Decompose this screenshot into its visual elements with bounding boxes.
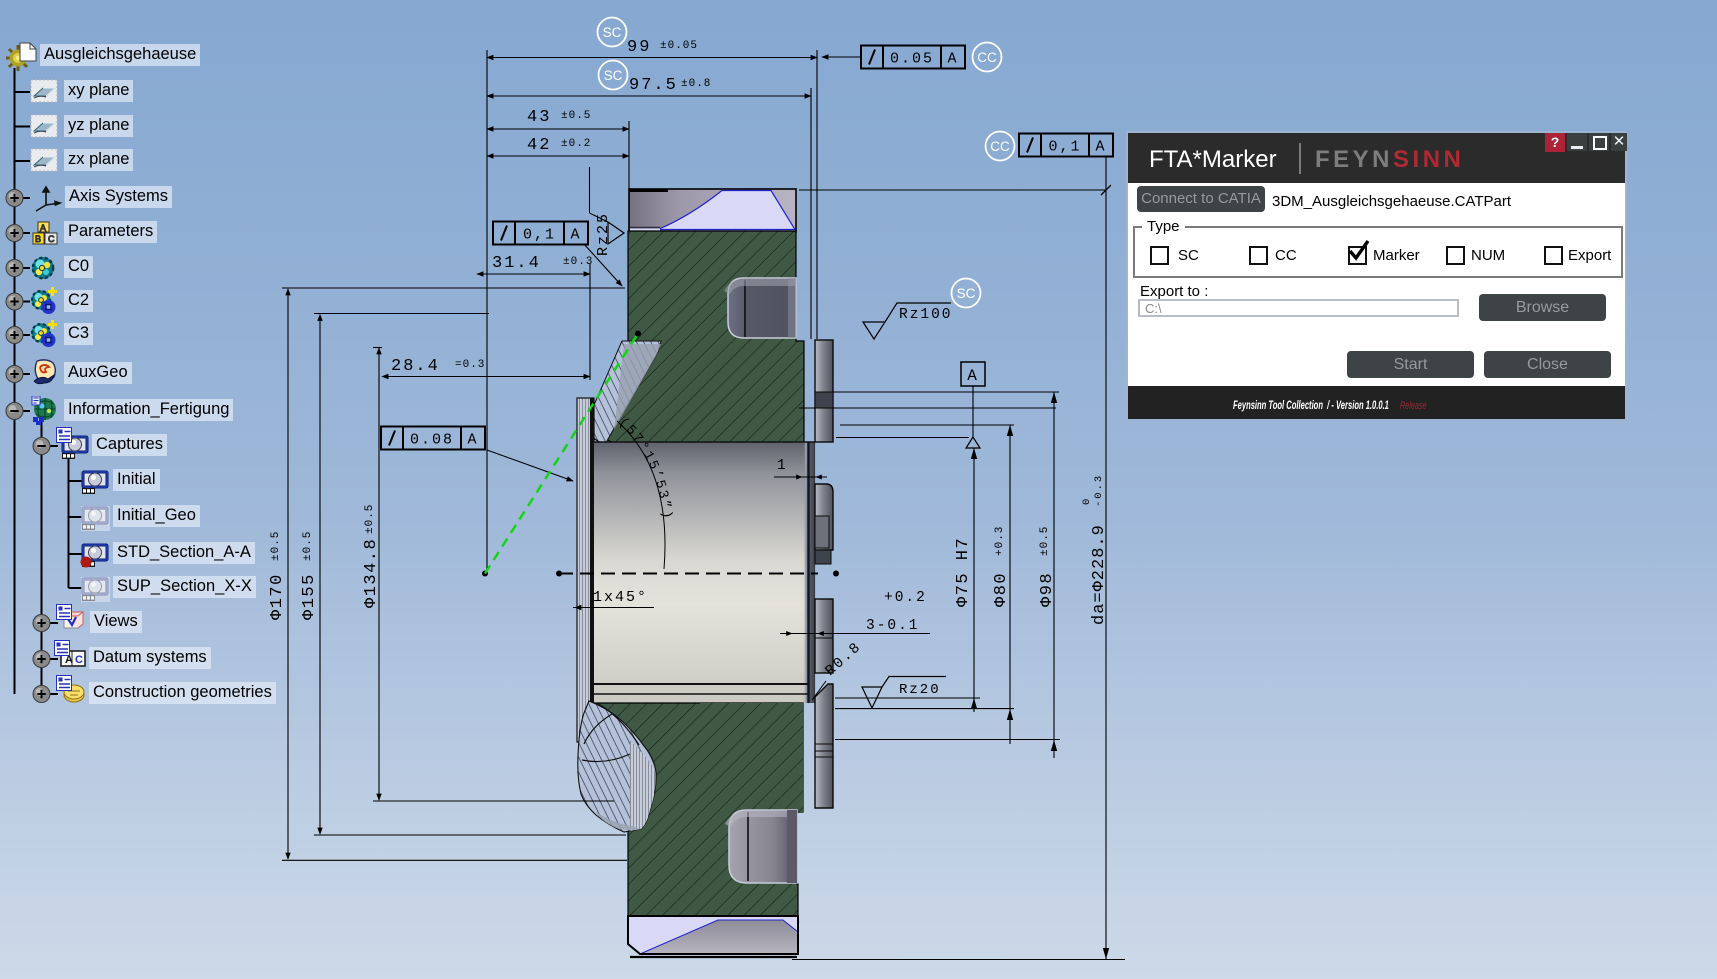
svg-text:=0.3: =0.3 (455, 359, 485, 371)
svg-text:A: A (467, 432, 478, 449)
svg-text:SC: SC (603, 25, 622, 40)
svg-text:C: C (48, 234, 55, 244)
svg-text:A: A (947, 51, 958, 68)
svg-text:±0.5: ±0.5 (364, 504, 376, 534)
svg-text:1x45°: 1x45° (593, 589, 648, 606)
svg-text:CC: CC (990, 139, 1010, 154)
svg-text:0.08: 0.08 (410, 432, 454, 449)
svg-text:Φ98: Φ98 (1038, 572, 1057, 607)
svg-text:1: 1 (777, 458, 788, 474)
svg-text:3-0.1: 3-0.1 (866, 618, 920, 634)
svg-text:0.05: 0.05 (890, 51, 934, 68)
svg-text:42: 42 (527, 136, 551, 155)
svg-text:Φ134.8: Φ134.8 (362, 538, 381, 608)
svg-text:±0.5: ±0.5 (561, 110, 591, 122)
svg-text:+0.2: +0.2 (884, 590, 927, 606)
svg-text:Φ80: Φ80 (992, 572, 1011, 607)
svg-text:±0.5: ±0.5 (1039, 526, 1051, 556)
svg-text:0: 0 (1081, 497, 1093, 505)
svg-text:±0.5: ±0.5 (302, 531, 314, 561)
svg-text:-0.3: -0.3 (1093, 474, 1105, 507)
svg-text:A: A (40, 223, 46, 233)
svg-text:±0.05: ±0.05 (660, 40, 698, 52)
svg-text:±0.2: ±0.2 (561, 138, 591, 150)
svg-text:43: 43 (527, 108, 551, 127)
svg-text:31.4: 31.4 (492, 254, 541, 273)
svg-text:Φ75 H7: Φ75 H7 (954, 537, 973, 607)
svg-text:0,1: 0,1 (1048, 139, 1081, 156)
svg-text:97.5: 97.5 (629, 76, 678, 95)
svg-text:C: C (75, 654, 83, 666)
svg-text:B: B (35, 234, 41, 244)
svg-text:99: 99 (627, 38, 651, 57)
svg-text:±0.3: ±0.3 (563, 256, 593, 268)
svg-text:A: A (967, 367, 979, 385)
svg-text:±0.8: ±0.8 (681, 78, 711, 90)
svg-text:A: A (570, 227, 581, 244)
svg-text:da=Φ228.9: da=Φ228.9 (1090, 524, 1109, 625)
svg-text:Rz25: Rz25 (595, 212, 612, 256)
svg-text:Φ155: Φ155 (300, 573, 319, 620)
svg-text:Rz20: Rz20 (899, 682, 941, 698)
svg-text:28.4: 28.4 (391, 357, 440, 376)
svg-text:+0.3: +0.3 (994, 526, 1006, 556)
svg-text:SC: SC (604, 68, 623, 83)
svg-text:SC: SC (957, 286, 976, 301)
svg-text:0,1: 0,1 (523, 227, 556, 244)
svg-text:Rz100: Rz100 (899, 307, 953, 323)
svg-text:A: A (1095, 139, 1106, 156)
svg-text:CC: CC (977, 50, 997, 65)
